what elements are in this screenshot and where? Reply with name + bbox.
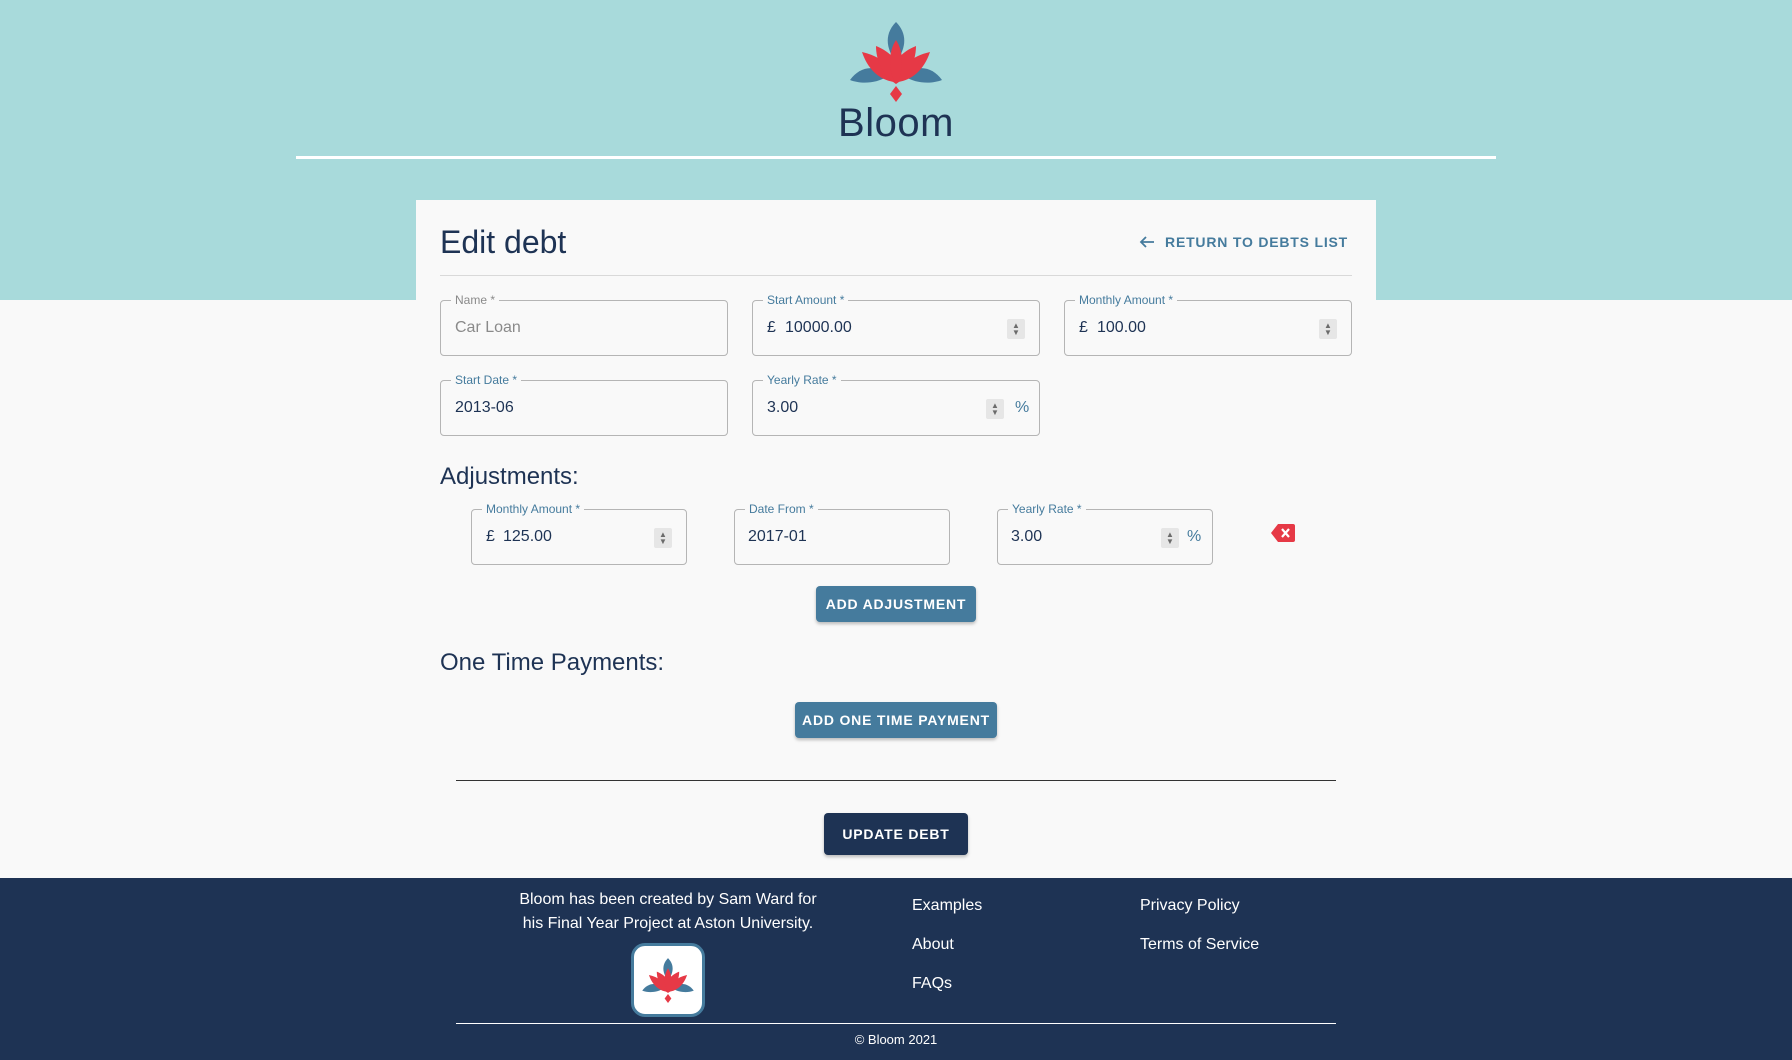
start-date-field[interactable]: Start Date * 2013-06	[440, 373, 728, 436]
start-amount-label: Start Amount *	[763, 293, 849, 307]
footer-about-text: Bloom has been created by Sam Ward for h…	[500, 888, 836, 936]
header-divider	[296, 156, 1496, 159]
adjustment-date-from-field[interactable]: Date From * 2017-01	[734, 502, 950, 565]
yearly-rate-value: 3.00	[767, 399, 799, 416]
backspace-delete-icon[interactable]	[1271, 524, 1295, 542]
currency-prefix: £	[486, 528, 495, 545]
edit-debt-card: Edit debt RETURN TO DEBTS LIST Name * Ca…	[416, 200, 1376, 870]
bloom-logo[interactable]: Bloom	[836, 18, 956, 145]
yearly-rate-stepper[interactable]: ▲ ▼	[986, 399, 1004, 419]
currency-prefix: £	[767, 319, 776, 336]
start-amount-value: 10000.00	[785, 319, 852, 336]
footer-about-line-1: Bloom has been created by Sam Ward for	[519, 891, 817, 908]
adjustment-monthly-amount-value: 125.00	[503, 528, 552, 545]
page-title: Edit debt	[440, 224, 567, 260]
footer-link-examples[interactable]: Examples	[912, 897, 982, 915]
name-field-value: Car Loan	[455, 319, 521, 336]
adjustment-monthly-amount-label: Monthly Amount *	[482, 502, 585, 516]
adjustment-yearly-rate-label: Yearly Rate *	[1008, 502, 1086, 516]
footer-link-faqs[interactable]: FAQs	[912, 975, 952, 993]
return-to-debts-link[interactable]: RETURN TO DEBTS LIST	[1139, 234, 1348, 250]
arrow-left-icon	[1139, 236, 1155, 248]
monthly-amount-label: Monthly Amount *	[1075, 293, 1178, 307]
name-field[interactable]: Name * Car Loan	[440, 293, 728, 356]
adjustment-yearly-rate-value: 3.00	[1011, 528, 1043, 545]
footer: Bloom has been created by Sam Ward for h…	[0, 878, 1792, 1060]
monthly-amount-value: 100.00	[1097, 319, 1146, 336]
footer-link-terms-of-service[interactable]: Terms of Service	[1140, 936, 1259, 954]
add-adjustment-button[interactable]: ADD ADJUSTMENT	[816, 586, 976, 622]
start-amount-field[interactable]: Start Amount * £ 10000.00 ▲ ▼	[752, 293, 1040, 356]
return-link-label: RETURN TO DEBTS LIST	[1165, 234, 1348, 250]
footer-logo[interactable]	[631, 943, 705, 1017]
start-date-value: 2013-06	[455, 399, 514, 416]
adjustment-monthly-amount-field[interactable]: Monthly Amount * £ 125.00 ▲ ▼	[471, 502, 687, 565]
update-debt-button[interactable]: UPDATE DEBT	[824, 813, 968, 855]
yearly-rate-field[interactable]: Yearly Rate * 3.00 ▲ ▼ %	[752, 373, 1040, 436]
lotus-flower-icon	[850, 22, 942, 102]
adjustments-heading: Adjustments:	[440, 463, 579, 490]
name-field-label: Name *	[451, 293, 500, 307]
title-divider	[440, 275, 1352, 276]
start-date-label: Start Date *	[451, 373, 522, 387]
footer-about-line-2: his Final Year Project at Aston Universi…	[522, 915, 814, 932]
footer-link-about[interactable]: About	[912, 936, 954, 954]
start-amount-stepper[interactable]: ▲ ▼	[1007, 319, 1025, 339]
monthly-amount-field[interactable]: Monthly Amount * £ 100.00 ▲ ▼	[1064, 293, 1352, 356]
footer-divider	[456, 1023, 1336, 1024]
adjustment-yearly-rate-stepper[interactable]: ▲ ▼	[1161, 528, 1179, 548]
bloom-logo-text: Bloom	[838, 101, 954, 145]
footer-link-privacy-policy[interactable]: Privacy Policy	[1140, 897, 1240, 915]
adjustment-date-from-label: Date From *	[745, 502, 818, 516]
one-time-payments-heading: One Time Payments:	[440, 649, 665, 676]
monthly-amount-stepper[interactable]: ▲ ▼	[1319, 319, 1337, 339]
add-one-time-payment-button[interactable]: ADD ONE TIME PAYMENT	[795, 702, 997, 738]
currency-prefix: £	[1079, 319, 1088, 336]
adjustment-date-from-value: 2017-01	[748, 528, 807, 545]
yearly-rate-label: Yearly Rate *	[763, 373, 841, 387]
lotus-flower-icon	[642, 958, 694, 1003]
form-divider	[456, 780, 1336, 781]
copyright-text: © Bloom 2021	[854, 1032, 938, 1047]
percent-suffix: %	[1015, 399, 1030, 416]
adjustment-yearly-rate-field[interactable]: Yearly Rate * 3.00 ▲ ▼ %	[997, 502, 1213, 565]
percent-suffix: %	[1187, 528, 1202, 545]
adjustment-monthly-amount-stepper[interactable]: ▲ ▼	[654, 528, 672, 548]
